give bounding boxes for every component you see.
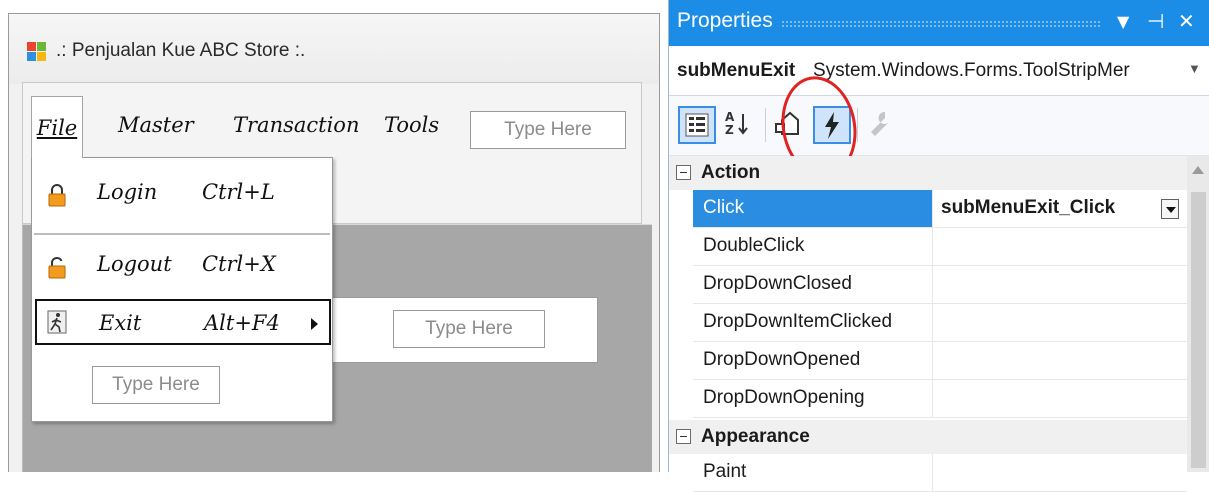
form-title-bar: .: Penjualan Kue ABC Store :. — [9, 14, 659, 84]
properties-toolbar: A Z — [669, 96, 1209, 156]
menu-item-login[interactable]: Login Ctrl+L — [32, 168, 332, 222]
pin-icon[interactable]: ⊣ — [1147, 9, 1164, 33]
event-value[interactable] — [933, 266, 1187, 304]
event-name: DropDownClosed — [693, 266, 933, 304]
menu-item-logout[interactable]: Logout Ctrl+X — [32, 240, 332, 294]
menu-item-shortcut: Ctrl+L — [202, 180, 275, 204]
menu-item-exit[interactable]: Exit Alt+F4 — [35, 299, 331, 345]
form-designer-surface: .: Penjualan Kue ABC Store :. File Maste… — [0, 0, 668, 472]
event-name: DropDownItemClicked — [693, 304, 933, 342]
collapse-icon[interactable] — [676, 429, 691, 444]
menu-item-shortcut: Alt+F4 — [204, 311, 280, 335]
vertical-scrollbar[interactable] — [1187, 156, 1209, 472]
properties-panel: Properties ▼ ⊣ ✕ subMenuExit System.Wind… — [668, 0, 1209, 492]
event-name: Click — [693, 190, 933, 228]
svg-text:A: A — [725, 110, 735, 124]
category-action[interactable]: Action — [669, 156, 1187, 190]
menu-item-label: Logout — [97, 252, 172, 276]
event-row-dropdownitemclicked[interactable]: DropDownItemClicked — [693, 304, 1187, 342]
menu-master-label: Master — [118, 113, 194, 137]
menu-tools-label: Tools — [384, 113, 440, 137]
selected-object-name: subMenuExit — [677, 60, 796, 81]
event-name: DropDownOpened — [693, 342, 933, 380]
categorized-button[interactable] — [678, 106, 716, 144]
wrench-icon — [871, 111, 889, 136]
menu-separator — [34, 233, 330, 235]
menu-transaction-label: Transaction — [233, 113, 360, 137]
alphabetical-button[interactable]: A Z — [719, 106, 757, 144]
event-row-paint[interactable]: Paint — [693, 454, 1187, 492]
event-value[interactable] — [933, 304, 1187, 342]
lock-icon — [48, 256, 66, 279]
event-row-click[interactable]: Click subMenuExit_Click — [693, 190, 1187, 228]
category-appearance[interactable]: Appearance — [669, 420, 1187, 454]
event-value[interactable] — [933, 342, 1187, 380]
dropdown-type-here-box[interactable]: Type Here — [92, 366, 220, 404]
svg-text:Z: Z — [725, 123, 734, 137]
selected-object-type: System.Windows.Forms.ToolStripMer — [813, 60, 1130, 81]
submenu-arrow-icon — [311, 318, 318, 330]
event-value[interactable] — [933, 454, 1187, 492]
event-row-dropdownopening[interactable]: DropDownOpening — [693, 380, 1187, 418]
properties-header: Properties ▼ ⊣ ✕ — [669, 0, 1209, 46]
menu-item-label: Exit — [99, 311, 142, 335]
menu-transaction[interactable]: Transaction — [233, 96, 359, 154]
toolbar-separator — [857, 108, 858, 142]
category-label: Appearance — [701, 426, 810, 447]
chevron-down-icon[interactable]: ▼ — [1188, 61, 1201, 76]
scrollbar-thumb[interactable] — [1191, 192, 1206, 468]
menu-file-label: File — [36, 116, 78, 140]
panel-grip[interactable] — [781, 20, 1101, 28]
collapse-icon[interactable] — [676, 165, 691, 180]
menu-item-label: Login — [97, 180, 158, 204]
properties-title: Properties — [677, 9, 773, 32]
event-value[interactable] — [933, 228, 1187, 266]
toolbar-separator — [765, 108, 766, 142]
categorized-icon — [685, 113, 709, 137]
menu-tools[interactable]: Tools — [384, 96, 439, 154]
event-name: Paint — [693, 454, 933, 492]
event-name: DropDownOpening — [693, 380, 933, 418]
event-row-dropdownopened[interactable]: DropDownOpened — [693, 342, 1187, 380]
sort-az-icon: A Z — [725, 110, 748, 137]
menu-type-here-box[interactable]: Type Here — [470, 111, 626, 149]
property-pages-button[interactable] — [863, 106, 901, 144]
event-handler-text: subMenuExit_Click — [941, 197, 1116, 218]
exit-submenu: Type Here — [332, 297, 598, 363]
menu-master[interactable]: Master — [118, 96, 194, 154]
object-selector[interactable]: subMenuExit System.Windows.Forms.ToolStr… — [669, 46, 1209, 96]
chevron-down-icon[interactable] — [1161, 199, 1179, 219]
property-grid: Action Click subMenuExit_Click DoubleCli… — [669, 156, 1187, 492]
close-icon[interactable]: ✕ — [1178, 9, 1195, 33]
app-logo-icon — [27, 42, 47, 62]
event-row-dropdownclosed[interactable]: DropDownClosed — [693, 266, 1187, 304]
file-dropdown-menu: Login Ctrl+L Logout Ctrl+X Exit Alt+F4 T… — [31, 157, 333, 422]
event-name: DoubleClick — [693, 228, 933, 266]
event-value[interactable] — [933, 380, 1187, 418]
submenu-type-here-box[interactable]: Type Here — [393, 310, 545, 348]
panel-menu-dropdown-icon[interactable]: ▼ — [1117, 12, 1129, 31]
event-row-doubleclick[interactable]: DoubleClick — [693, 228, 1187, 266]
running-man-icon — [47, 310, 67, 334]
menu-file[interactable]: File — [31, 96, 83, 158]
window-title: .: Penjualan Kue ABC Store :. — [56, 40, 306, 61]
lock-icon — [48, 184, 66, 207]
event-value[interactable]: subMenuExit_Click — [933, 190, 1187, 228]
scroll-up-icon[interactable] — [1192, 166, 1204, 174]
menu-item-shortcut: Ctrl+X — [202, 252, 276, 276]
category-label: Action — [701, 162, 761, 183]
